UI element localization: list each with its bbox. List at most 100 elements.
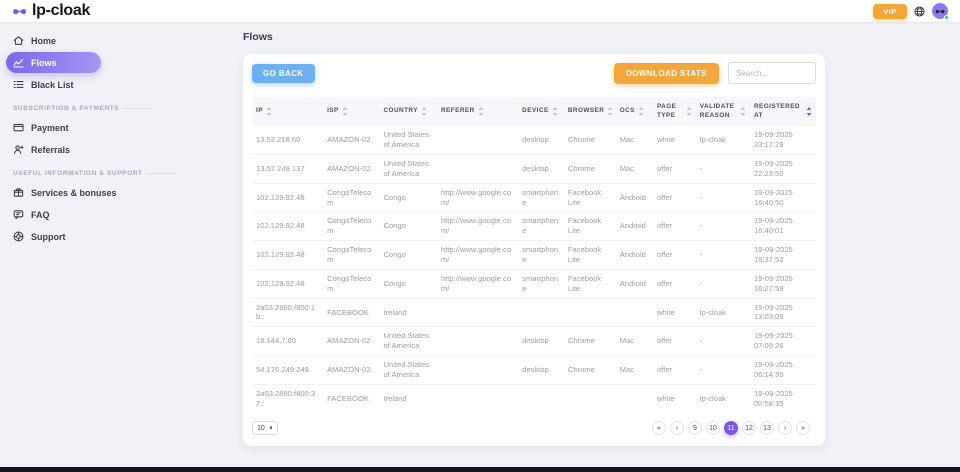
cell-device: smartphone <box>518 212 564 241</box>
language-globe-icon[interactable] <box>914 6 925 17</box>
user-avatar[interactable] <box>932 3 948 19</box>
sidebar-item-black-list[interactable]: Black List <box>6 74 101 95</box>
column-header-browser[interactable]: Browser <box>564 97 616 126</box>
column-header-page-type[interactable]: Page Type <box>653 97 696 126</box>
cell-browser <box>564 298 616 327</box>
sidebar-item-flows[interactable]: Flows <box>6 52 101 73</box>
cell-registered-at: 19-09-2025 23:17:29 <box>750 126 816 154</box>
cell-validate-reason: - <box>696 155 750 184</box>
next-page-button[interactable]: › <box>778 421 792 435</box>
column-label: Referer <box>441 107 475 116</box>
cell-device: desktop <box>518 155 564 184</box>
sort-icon[interactable] <box>638 107 644 116</box>
first-page-button[interactable]: « <box>652 421 666 435</box>
sort-icon[interactable] <box>421 107 427 116</box>
cell-ocs <box>616 298 653 327</box>
page-11-button[interactable]: 11 <box>724 421 738 435</box>
sidebar-item-services-bonuses[interactable]: Services & bonuses <box>6 182 101 203</box>
sidebar-item-faq[interactable]: FAQ <box>6 204 101 225</box>
cell-browser <box>564 384 616 412</box>
vip-button[interactable]: VIP <box>873 4 907 19</box>
cell-ocs: Android <box>616 183 653 212</box>
cell-referer <box>437 327 518 356</box>
last-page-button[interactable]: » <box>796 421 810 435</box>
cell-browser: Chrome <box>564 126 616 154</box>
sidebar-item-support[interactable]: Support <box>6 226 101 247</box>
table-row: 18.144.7.80AMAZON-02United States of Ame… <box>252 327 816 356</box>
cell-country: Congo <box>379 212 437 241</box>
page-10-button[interactable]: 10 <box>706 421 720 435</box>
cell-device: smartphone <box>518 269 564 298</box>
column-header-ocs[interactable]: OCS <box>616 97 653 126</box>
cell-validate-reason: - <box>696 356 750 385</box>
cell-isp: CongoTelecom <box>323 212 379 241</box>
sidebar-section-useful-information-support: USEFUL INFORMATION & SUPPORT <box>13 170 233 177</box>
column-header-registered-at[interactable]: Registered At <box>750 97 816 126</box>
table-row: 102.129.92.48CongoTelecomCongohttp://www… <box>252 241 816 270</box>
page-size-select[interactable]: 10 ▲▼ <box>252 421 278 435</box>
table-row: 54.176.249.249AMAZON-02United States of … <box>252 356 816 385</box>
sort-icon[interactable] <box>740 107 746 116</box>
cell-referer: http://www.google.com/ <box>437 183 518 212</box>
topbar-actions: VIP <box>873 3 948 19</box>
cell-page-type: white <box>653 126 696 154</box>
search-input[interactable] <box>728 62 816 84</box>
mask-logo-icon <box>12 5 27 18</box>
sort-icon[interactable] <box>686 107 692 116</box>
cell-device <box>518 298 564 327</box>
cell-browser: Chrome <box>564 327 616 356</box>
cell-ip: 13.52.218.60 <box>252 126 323 154</box>
column-header-device[interactable]: Device <box>518 97 564 126</box>
sort-icon[interactable] <box>342 107 348 116</box>
column-label: IP <box>256 107 263 116</box>
sidebar-item-payment[interactable]: Payment <box>6 117 101 138</box>
cell-ocs: Android <box>616 212 653 241</box>
sidebar-item-referrals[interactable]: Referrals <box>6 139 101 160</box>
payment-icon <box>13 122 24 133</box>
online-status-dot <box>944 15 949 20</box>
sort-icon[interactable] <box>266 107 272 116</box>
column-header-isp[interactable]: ISP <box>323 97 379 126</box>
sort-icon[interactable] <box>607 107 613 116</box>
page-size-value: 10 <box>257 425 265 432</box>
cell-isp: CongoTelecom <box>323 241 379 270</box>
prev-page-button[interactable]: ‹ <box>670 421 684 435</box>
blacklist-icon <box>13 79 24 90</box>
column-header-country[interactable]: Country <box>379 97 437 126</box>
cell-isp: AMAZON-02 <box>323 356 379 385</box>
sort-icon[interactable] <box>552 107 558 116</box>
table-footer: 10 ▲▼ « ‹ 9 10 11 12 13 › » <box>252 421 816 435</box>
cell-ip: 2a03:2880:f800:1b:: <box>252 298 323 327</box>
cell-device: desktop <box>518 327 564 356</box>
page-13-button[interactable]: 13 <box>760 421 774 435</box>
cell-ip: 102.129.92.48 <box>252 212 323 241</box>
cell-registered-at: 19-09-2025 13:03:09 <box>750 298 816 327</box>
sidebar-item-home[interactable]: Home <box>6 30 101 51</box>
cell-browser: Facebook Lite <box>564 241 616 270</box>
column-label: Device <box>522 107 549 116</box>
cell-page-type: offer <box>653 241 696 270</box>
cell-device: desktop <box>518 126 564 154</box>
cell-validate-reason: - <box>696 269 750 298</box>
column-header-ip[interactable]: IP <box>252 97 323 126</box>
column-label: Registered At <box>754 103 803 120</box>
column-header-validate-reason[interactable]: Validate Reason <box>696 97 750 126</box>
download-stats-button[interactable]: DOWNLOAD STATS <box>614 63 719 84</box>
cell-validate-reason: lp-cloak <box>696 298 750 327</box>
sort-icon[interactable] <box>478 107 484 116</box>
page-9-button[interactable]: 9 <box>688 421 702 435</box>
cell-ip: 102.129.92.48 <box>252 269 323 298</box>
sort-icon[interactable] <box>806 107 812 116</box>
cell-page-type: white <box>653 384 696 412</box>
page-12-button[interactable]: 12 <box>742 421 756 435</box>
page-title: Flows <box>243 31 960 43</box>
cell-country: United States of America <box>379 155 437 184</box>
cell-ocs: Android <box>616 241 653 270</box>
cell-country: Ireland <box>379 298 437 327</box>
sidebar-item-label: Referrals <box>31 145 70 155</box>
column-header-referer[interactable]: Referer <box>437 97 518 126</box>
cell-ip: 18.144.7.80 <box>252 327 323 356</box>
go-back-button[interactable]: GO BACK <box>252 64 315 83</box>
cell-referer <box>437 356 518 385</box>
cell-ip: 102.129.92.48 <box>252 241 323 270</box>
